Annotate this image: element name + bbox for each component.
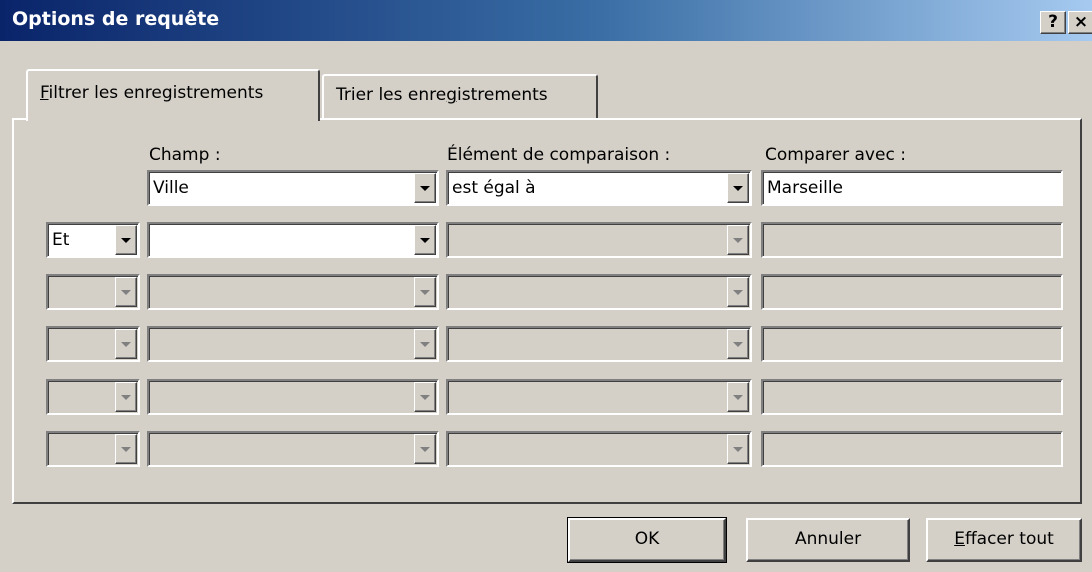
close-icon: × bbox=[1073, 12, 1089, 32]
tab-filter-label: iltrer les enregistrements bbox=[48, 83, 264, 103]
clear-all-button[interactable]: Effacer tout bbox=[926, 518, 1082, 562]
cancel-label: Annuler bbox=[794, 529, 862, 549]
close-button[interactable]: × bbox=[1068, 11, 1092, 34]
tab-sort-mnemonic: g bbox=[446, 85, 457, 105]
tab-sort-records[interactable]: Trier les enregistrements bbox=[322, 74, 598, 120]
cancel-button[interactable]: Annuler bbox=[746, 518, 910, 562]
tab-sort-label-pre: Trier les enre bbox=[336, 85, 447, 105]
title-bar: Options de requête ? × bbox=[0, 0, 1092, 42]
tab-filter-records[interactable]: Filtrer les enregistrements bbox=[26, 69, 320, 121]
clear-all-label: ffacer tout bbox=[964, 529, 1054, 549]
help-icon: ? bbox=[1048, 12, 1058, 32]
ok-label: OK bbox=[634, 529, 660, 549]
clear-all-mnemonic: E bbox=[954, 529, 965, 549]
help-button[interactable]: ? bbox=[1040, 11, 1066, 34]
filter-panel bbox=[12, 118, 1082, 504]
tab-filter-mnemonic: F bbox=[40, 83, 49, 103]
ok-button[interactable]: OK bbox=[567, 517, 727, 563]
tab-sort-label-post: istrements bbox=[457, 85, 548, 105]
window-title: Options de requête bbox=[12, 8, 220, 30]
